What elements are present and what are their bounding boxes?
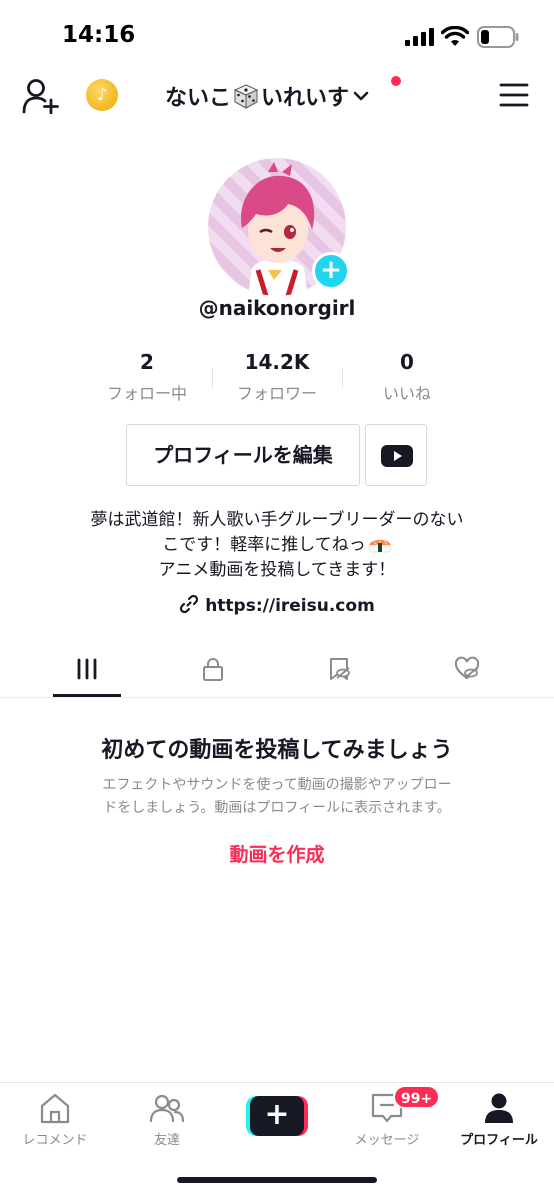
heart-hidden-icon xyxy=(454,656,480,680)
likes-label: いいね xyxy=(382,384,431,403)
profile-icon xyxy=(485,1093,513,1123)
username: @naikonorgirl xyxy=(198,296,356,320)
followers-stat[interactable]: 14.2K フォロワー xyxy=(212,350,342,404)
empty-state-title: 初めての動画を投稿してみましょう xyxy=(101,738,453,763)
chevron-down-icon xyxy=(353,91,369,101)
nav-profile-label: プロフィール xyxy=(460,1133,538,1148)
battery-icon xyxy=(477,26,519,48)
edit-profile-button[interactable]: プロフィールを編集 xyxy=(126,424,360,486)
dice-icon xyxy=(233,84,259,109)
following-label: フォロー中 xyxy=(106,384,187,403)
content-tabs xyxy=(0,648,554,698)
status-time: 14:16 xyxy=(62,22,136,48)
inbox-badge: 99+ xyxy=(393,1085,441,1109)
wifi-icon xyxy=(441,26,469,46)
create-icon: + xyxy=(264,1097,290,1132)
notification-dot xyxy=(391,76,401,86)
nav-friends[interactable]: 友達 xyxy=(112,1091,222,1161)
cellular-signal-icon xyxy=(405,28,434,46)
link-icon xyxy=(180,594,199,614)
home-icon xyxy=(40,1093,70,1124)
add-friend-icon[interactable] xyxy=(22,78,60,114)
likes-stat[interactable]: 0 いいね xyxy=(342,350,472,404)
nav-profile[interactable]: プロフィール xyxy=(444,1091,554,1161)
youtube-icon xyxy=(381,445,413,467)
create-button[interactable]: + xyxy=(246,1096,308,1136)
plus-icon: + xyxy=(320,255,342,285)
bio-line-1: 夢は武道館！新人歌い手グルーブリーダーのない xyxy=(90,510,464,530)
bio-line-3: アニメ動画を投稿してきます！ xyxy=(158,560,396,580)
followers-count: 14.2K xyxy=(244,350,310,374)
likes-count: 0 xyxy=(400,350,414,374)
youtube-button[interactable] xyxy=(365,424,427,486)
nav-inbox-label: メッセージ xyxy=(354,1133,420,1148)
nav-friends-label: 友達 xyxy=(153,1133,180,1148)
empty-state-description: エフェクトやサウンドを使って動画の撮影やアップロー ドをしましょう。動画はプロフ… xyxy=(50,774,504,820)
nav-home[interactable]: レコメンド xyxy=(0,1091,110,1161)
tab-videos[interactable] xyxy=(18,648,156,698)
bio: 夢は武道館！新人歌い手グルーブリーダーのない こです！軽率に推してねっ アニメ動… xyxy=(40,508,514,583)
home-indicator xyxy=(177,1177,377,1183)
nav-home-label: レコメンド xyxy=(22,1133,88,1148)
empty-state-line-2: ドをしましょう。動画はプロフィールに表示されます。 xyxy=(103,800,451,816)
bio-line-2: こです！軽率に推してねっ xyxy=(40,533,514,558)
coin-icon[interactable]: ♪ xyxy=(86,79,118,111)
coin-note-glyph: ♪ xyxy=(96,85,108,105)
account-name-suffix: いれいす xyxy=(261,86,350,111)
sushi-icon xyxy=(368,539,392,553)
account-name-prefix: ないこ xyxy=(165,86,232,111)
tab-favorites[interactable] xyxy=(270,648,408,698)
top-bar: ♪ ないこ いれいす xyxy=(0,72,554,120)
bio-line-2-text: こです！軽率に推してねっ xyxy=(162,535,366,555)
menu-icon[interactable] xyxy=(499,82,529,108)
empty-state-line-1: エフェクトやサウンドを使って動画の撮影やアップロー xyxy=(102,777,452,793)
followers-label: フォロワー xyxy=(236,384,317,403)
lock-icon xyxy=(203,658,223,681)
following-stat[interactable]: 2 フォロー中 xyxy=(82,350,212,404)
account-switcher[interactable]: ないこ いれいす xyxy=(165,76,369,116)
grid-icon xyxy=(77,658,97,680)
create-video-link[interactable]: 動画を作成 xyxy=(0,840,554,867)
friends-icon xyxy=(149,1094,185,1123)
bookmark-hidden-icon xyxy=(330,658,350,680)
following-count: 2 xyxy=(140,350,154,374)
avatar-add-button[interactable]: + xyxy=(312,252,350,290)
profile-link[interactable]: https://ireisu.com xyxy=(0,594,554,616)
profile-link-url: https://ireisu.com xyxy=(205,596,375,616)
tab-liked[interactable] xyxy=(398,648,536,698)
status-bar: 14:16 xyxy=(0,0,554,72)
tab-active-indicator xyxy=(53,694,121,697)
tab-private[interactable] xyxy=(144,648,282,698)
